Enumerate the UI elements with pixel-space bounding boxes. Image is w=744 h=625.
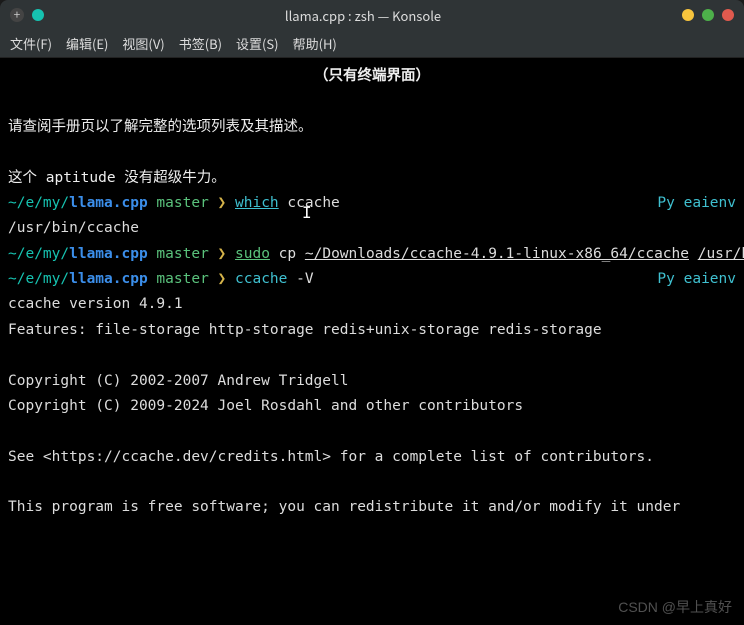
menu-view[interactable]: 视图(V): [122, 34, 164, 53]
output-line: 请查阅手册页以了解完整的选项列表及其描述。: [8, 115, 736, 140]
active-tab-dot: [32, 9, 44, 21]
prompt-line-3: ~/e/my/llama.cpp master ❯ ccache -V Py e…: [8, 267, 736, 292]
heading-text: （只有终端界面）: [8, 64, 736, 89]
output-line: See <https://ccache.dev/credits.html> fo…: [8, 445, 736, 470]
prompt-line-2: ~/e/my/llama.cpp master ❯ sudo cp ~/Down…: [8, 242, 736, 267]
menu-file[interactable]: 文件(F): [10, 34, 52, 53]
venv-indicator: Py eaienv: [657, 267, 736, 292]
menu-bookmarks[interactable]: 书签(B): [179, 34, 222, 53]
output-line: Copyright (C) 2002-2007 Andrew Tridgell: [8, 369, 736, 394]
watermark: CSDN @早上真好: [618, 595, 732, 620]
venv-indicator: Py eaienv: [657, 191, 736, 216]
new-tab-button[interactable]: +: [10, 8, 24, 22]
close-button[interactable]: [722, 9, 734, 21]
menubar: 文件(F) 编辑(E) 视图(V) 书签(B) 设置(S) 帮助(H): [0, 30, 744, 58]
menu-edit[interactable]: 编辑(E): [66, 34, 108, 53]
prompt-line-1: ~/e/my/llama.cpp master ❯ which ccache P…: [8, 191, 736, 216]
menu-settings[interactable]: 设置(S): [236, 34, 279, 53]
minimize-button[interactable]: [682, 9, 694, 21]
output-line: ccache version 4.9.1: [8, 292, 736, 317]
output-line: /usr/bin/ccache: [8, 216, 736, 241]
menu-help[interactable]: 帮助(H): [293, 34, 337, 53]
output-line: Copyright (C) 2009-2024 Joel Rosdahl and…: [8, 394, 736, 419]
maximize-button[interactable]: [702, 9, 714, 21]
terminal[interactable]: （只有终端界面） 请查阅手册页以了解完整的选项列表及其描述。 这个 aptitu…: [0, 58, 744, 625]
output-line: This program is free software; you can r…: [8, 495, 736, 520]
output-line: Features: file-storage http-storage redi…: [8, 318, 736, 343]
window-title: llama.cpp : zsh — Konsole: [44, 6, 682, 25]
titlebar: + llama.cpp : zsh — Konsole: [0, 0, 744, 30]
output-line: 这个 aptitude 没有超级牛力。: [8, 166, 736, 191]
